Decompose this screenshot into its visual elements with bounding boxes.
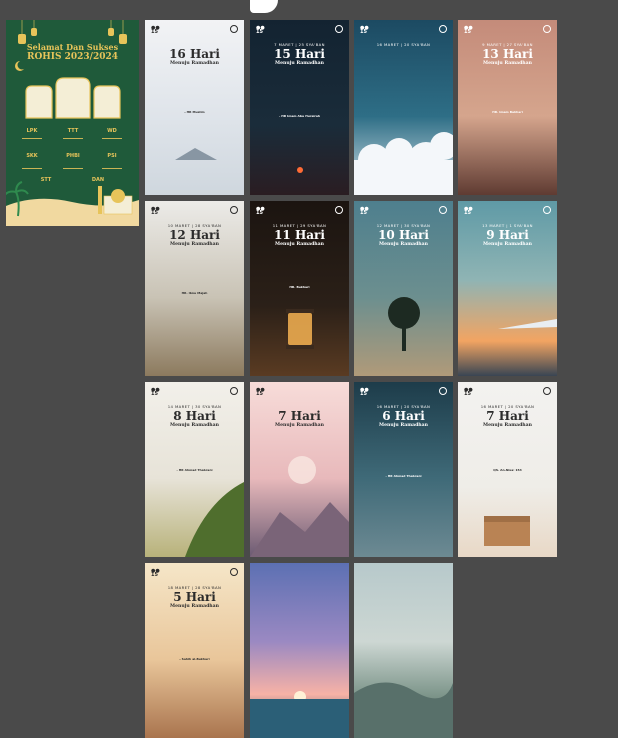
countdown-card[interactable]: ●● 15 9 MARET | 27 SYA'BAN 13 Hari Menuju… <box>458 20 557 195</box>
countdown-card[interactable]: ●● 15 16 MARET | 20 SYA'BAN 7 Hari Menuju… <box>458 382 557 557</box>
countdown-card[interactable]: ●● 15 16 MARET | 20 SYA'BAN <box>354 20 453 195</box>
gear-icon <box>230 206 238 214</box>
division-label: STT <box>40 177 52 183</box>
division-label: SKK <box>26 153 38 159</box>
poster-title-line2: ROHIS 2023/2024 <box>26 52 119 62</box>
top-partial-shape <box>250 0 278 13</box>
days-subtitle: Menuju Ramadhan <box>483 61 532 66</box>
quote-author: HR. Ibnu Majah <box>181 291 208 295</box>
countdown-card[interactable]: ●● 15 16 MARET | 20 SYA'BAN 6 Hari Menuju… <box>354 382 453 557</box>
countdown-card[interactable]: ●● 15 14 MARET | 30 SYA'BAN 8 Hari Menuju… <box>145 382 244 557</box>
days-count: 13 Hari <box>482 47 533 61</box>
days-count: 5 Hari <box>173 590 216 604</box>
clouds-illustration <box>354 132 453 195</box>
countdown-card[interactable] <box>250 563 349 738</box>
days-subtitle: Menuju Ramadhan <box>170 604 219 609</box>
countdown-card[interactable]: ●● 15 16 Hari Menuju Ramadhan - HR Muslim <box>145 20 244 195</box>
quote-author: HR. Imam Bukhari <box>492 110 523 114</box>
division-label: TTT <box>67 128 79 134</box>
countdown-card[interactable]: ●● 15 13 MARET | 1 SYA'BAN 9 Hari Menuju … <box>458 201 557 376</box>
division-label: LPK <box>26 128 38 134</box>
days-count: 12 Hari <box>169 228 220 242</box>
days-subtitle: Menuju Ramadhan <box>170 242 219 247</box>
countdown-card[interactable]: ●● 15 11 MARET | 29 SYA'BAN 11 Hari Menuj… <box>250 201 349 376</box>
countdown-card[interactable]: ●● 15 18 MARET | 28 SYA'BAN 5 Hari Menuju… <box>145 563 244 738</box>
donation-box-illustration <box>484 516 530 546</box>
mountain-illustration <box>175 148 217 160</box>
airplane-wing-illustration <box>498 319 557 329</box>
campfire-illustration <box>297 167 303 173</box>
countdown-card[interactable]: ●● 15 7 MARET | 25 SYA'BAN 15 Hari Menuju… <box>250 20 349 195</box>
countdown-card[interactable]: ●● 15 12 MARET | 30 SYA'BAN 10 Hari Menuj… <box>354 201 453 376</box>
leaf-illustration <box>185 482 244 557</box>
gear-icon <box>439 387 447 395</box>
logo-icon: ●● 15 <box>151 206 160 216</box>
division-label: PSI <box>107 153 117 159</box>
countdown-card[interactable] <box>354 563 453 738</box>
lantern-illustration <box>286 309 314 349</box>
logo-icon: ●● 15 <box>360 387 369 397</box>
mountain-range-illustration <box>354 682 453 738</box>
days-subtitle: Menuju Ramadhan <box>379 423 428 428</box>
countdown-card[interactable]: ●● 15 10 MARET | 28 SYA'BAN 12 Hari Menuj… <box>145 201 244 376</box>
countdown-card[interactable]: ●● 15 7 Hari Menuju Ramadhan <box>250 382 349 557</box>
logo-icon: ●● 15 <box>464 25 473 35</box>
quote-author: - HR Ahmad Thabrani <box>385 474 422 478</box>
rohis-poster[interactable]: Selamat Dan Sukses ROHIS 2023/2024 LPK T… <box>6 20 139 226</box>
days-count: 6 Hari <box>382 409 425 423</box>
quote-author: - Sahih al-Bukhari <box>179 657 210 661</box>
mountain-illustration <box>250 456 349 557</box>
logo-icon: ●● 15 <box>151 568 160 578</box>
sunset-sea-illustration <box>250 691 349 738</box>
division-label: PHBI <box>66 153 80 159</box>
poster-title-line1: Selamat Dan Sukses <box>26 42 119 52</box>
gear-icon <box>230 568 238 576</box>
division-label: DAN <box>91 177 105 183</box>
gear-icon <box>543 25 551 33</box>
tree-illustration <box>388 297 420 351</box>
division-label: WD <box>107 128 117 134</box>
